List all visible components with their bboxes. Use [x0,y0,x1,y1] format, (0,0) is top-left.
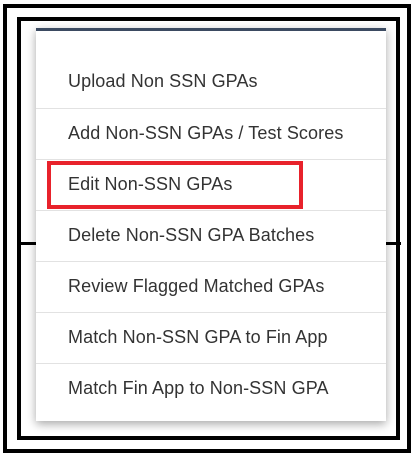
menu-item-label: Edit Non-SSN GPAs [68,174,233,194]
left-divider [21,242,36,245]
menu-item-label: Match Non-SSN GPA to Fin App [68,327,328,347]
dropdown-menu: Upload Non SSN GPAs Add Non-SSN GPAs / T… [36,28,386,421]
menu-item-label: Delete Non-SSN GPA Batches [68,225,315,245]
menu-item-label: Match Fin App to Non-SSN GPA [68,378,329,398]
menu-item-label: Upload Non SSN GPAs [68,71,258,91]
right-divider [386,242,401,245]
menu-item-delete-non-ssn-gpa-batches[interactable]: Delete Non-SSN GPA Batches [36,210,386,261]
menu-item-match-non-ssn-gpa-to-fin-app[interactable]: Match Non-SSN GPA to Fin App [36,312,386,363]
menu-item-match-fin-app-to-non-ssn-gpa[interactable]: Match Fin App to Non-SSN GPA [36,363,386,414]
menu-item-review-flagged-matched-gpas[interactable]: Review Flagged Matched GPAs [36,261,386,312]
menu-item-edit-non-ssn-gpas[interactable]: Edit Non-SSN GPAs [36,159,386,210]
menu-item-label: Review Flagged Matched GPAs [68,276,325,296]
menu-item-add-non-ssn-gpas-test-scores[interactable]: Add Non-SSN GPAs / Test Scores [36,108,386,159]
menu-item-label: Add Non-SSN GPAs / Test Scores [68,123,344,143]
menu-item-upload-non-ssn-gpas[interactable]: Upload Non SSN GPAs [36,57,386,108]
menu-list: Upload Non SSN GPAs Add Non-SSN GPAs / T… [36,57,386,414]
